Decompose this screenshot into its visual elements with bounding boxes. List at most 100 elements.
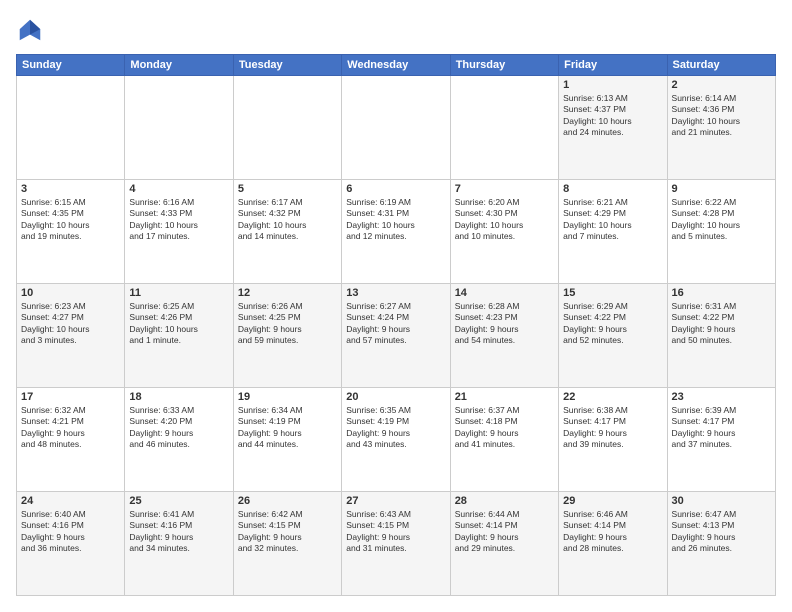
day-cell: 18Sunrise: 6:33 AM Sunset: 4:20 PM Dayli… xyxy=(125,388,233,492)
day-cell: 2 Sunrise: 6:14 AM Sunset: 4:36 PM Daylig… xyxy=(667,76,775,180)
calendar-body: 1 Sunrise: 6:13 AM Sunset: 4:37 PM Daylig… xyxy=(17,76,776,596)
week-row-1: 3 Sunrise: 6:15 AM Sunset: 4:35 PM Daylig… xyxy=(17,180,776,284)
day-header-tuesday: Tuesday xyxy=(233,55,341,76)
day-number: 27 xyxy=(346,495,445,507)
day-info: Sunrise: 6:37 AM Sunset: 4:18 PM Dayligh… xyxy=(455,405,554,451)
day-number: 8 xyxy=(563,183,662,195)
day-info: Sunrise: 6:21 AM Sunset: 4:29 PM Dayligh… xyxy=(563,197,662,243)
week-row-2: 10 Sunrise: 6:23 AM Sunset: 4:27 PM Dayli… xyxy=(17,284,776,388)
calendar: SundayMondayTuesdayWednesdayThursdayFrid… xyxy=(16,54,776,596)
day-number: 28 xyxy=(455,495,554,507)
day-number: 16 xyxy=(672,287,771,299)
day-info: Sunrise: 6:22 AM Sunset: 4:28 PM Dayligh… xyxy=(672,197,771,243)
day-cell: 23 Sunrise: 6:39 AM Sunset: 4:17 PM Dayli… xyxy=(667,388,775,492)
day-cell: 9 Sunrise: 6:22 AM Sunset: 4:28 PM Daylig… xyxy=(667,180,775,284)
day-cell: 17 Sunrise: 6:32 AM Sunset: 4:21 PM Dayli… xyxy=(17,388,125,492)
day-info: Sunrise: 6:42 AM Sunset: 4:15 PM Dayligh… xyxy=(238,509,337,555)
day-cell: 12 Sunrise: 6:26 AM Sunset: 4:25 PM Dayli… xyxy=(233,284,341,388)
day-number: 24 xyxy=(21,495,120,507)
day-number: 23 xyxy=(672,391,771,403)
day-number: 12 xyxy=(238,287,337,299)
day-number: 1 xyxy=(563,79,662,91)
day-number: 20 xyxy=(346,391,445,403)
week-row-3: 17 Sunrise: 6:32 AM Sunset: 4:21 PM Dayli… xyxy=(17,388,776,492)
day-cell: 27 Sunrise: 6:43 AM Sunset: 4:15 PM Dayli… xyxy=(342,492,450,596)
week-row-0: 1 Sunrise: 6:13 AM Sunset: 4:37 PM Daylig… xyxy=(17,76,776,180)
day-info: Sunrise: 6:44 AM Sunset: 4:14 PM Dayligh… xyxy=(455,509,554,555)
day-cell: 15Sunrise: 6:29 AM Sunset: 4:22 PM Dayli… xyxy=(559,284,667,388)
day-cell: 16Sunrise: 6:31 AM Sunset: 4:22 PM Dayli… xyxy=(667,284,775,388)
day-number: 7 xyxy=(455,183,554,195)
header xyxy=(16,16,776,44)
day-number: 26 xyxy=(238,495,337,507)
day-info: Sunrise: 6:20 AM Sunset: 4:30 PM Dayligh… xyxy=(455,197,554,243)
day-info: Sunrise: 6:32 AM Sunset: 4:21 PM Dayligh… xyxy=(21,405,120,451)
day-number: 3 xyxy=(21,183,120,195)
day-header-sunday: Sunday xyxy=(17,55,125,76)
day-info: Sunrise: 6:19 AM Sunset: 4:31 PM Dayligh… xyxy=(346,197,445,243)
day-number: 17 xyxy=(21,391,120,403)
day-cell: 6Sunrise: 6:19 AM Sunset: 4:31 PM Daylig… xyxy=(342,180,450,284)
day-cell: 1 Sunrise: 6:13 AM Sunset: 4:37 PM Daylig… xyxy=(559,76,667,180)
day-cell: 30Sunrise: 6:47 AM Sunset: 4:13 PM Dayli… xyxy=(667,492,775,596)
day-header-friday: Friday xyxy=(559,55,667,76)
page: SundayMondayTuesdayWednesdayThursdayFrid… xyxy=(0,0,792,612)
day-info: Sunrise: 6:28 AM Sunset: 4:23 PM Dayligh… xyxy=(455,301,554,347)
day-number: 4 xyxy=(129,183,228,195)
day-cell: 7 Sunrise: 6:20 AM Sunset: 4:30 PM Daylig… xyxy=(450,180,558,284)
logo-icon xyxy=(16,16,44,44)
day-cell: 29 Sunrise: 6:46 AM Sunset: 4:14 PM Dayli… xyxy=(559,492,667,596)
day-info: Sunrise: 6:43 AM Sunset: 4:15 PM Dayligh… xyxy=(346,509,445,555)
header-row: SundayMondayTuesdayWednesdayThursdayFrid… xyxy=(17,55,776,76)
day-info: Sunrise: 6:46 AM Sunset: 4:14 PM Dayligh… xyxy=(563,509,662,555)
day-number: 30 xyxy=(672,495,771,507)
day-header-saturday: Saturday xyxy=(667,55,775,76)
day-info: Sunrise: 6:15 AM Sunset: 4:35 PM Dayligh… xyxy=(21,197,120,243)
day-cell: 26 Sunrise: 6:42 AM Sunset: 4:15 PM Dayli… xyxy=(233,492,341,596)
day-cell xyxy=(233,76,341,180)
day-cell xyxy=(450,76,558,180)
day-number: 14 xyxy=(455,287,554,299)
day-number: 29 xyxy=(563,495,662,507)
day-number: 15 xyxy=(563,287,662,299)
week-row-4: 24 Sunrise: 6:40 AM Sunset: 4:16 PM Dayli… xyxy=(17,492,776,596)
day-cell: 19 Sunrise: 6:34 AM Sunset: 4:19 PM Dayli… xyxy=(233,388,341,492)
day-info: Sunrise: 6:34 AM Sunset: 4:19 PM Dayligh… xyxy=(238,405,337,451)
day-info: Sunrise: 6:14 AM Sunset: 4:36 PM Dayligh… xyxy=(672,93,771,139)
logo xyxy=(16,16,48,44)
day-cell: 10 Sunrise: 6:23 AM Sunset: 4:27 PM Dayli… xyxy=(17,284,125,388)
day-number: 25 xyxy=(129,495,228,507)
day-cell: 8 Sunrise: 6:21 AM Sunset: 4:29 PM Daylig… xyxy=(559,180,667,284)
day-cell: 25 Sunrise: 6:41 AM Sunset: 4:16 PM Dayli… xyxy=(125,492,233,596)
day-info: Sunrise: 6:16 AM Sunset: 4:33 PM Dayligh… xyxy=(129,197,228,243)
day-info: Sunrise: 6:41 AM Sunset: 4:16 PM Dayligh… xyxy=(129,509,228,555)
day-info: Sunrise: 6:40 AM Sunset: 4:16 PM Dayligh… xyxy=(21,509,120,555)
day-header-wednesday: Wednesday xyxy=(342,55,450,76)
day-cell: 5 Sunrise: 6:17 AM Sunset: 4:32 PM Daylig… xyxy=(233,180,341,284)
day-number: 19 xyxy=(238,391,337,403)
day-info: Sunrise: 6:39 AM Sunset: 4:17 PM Dayligh… xyxy=(672,405,771,451)
day-cell: 3 Sunrise: 6:15 AM Sunset: 4:35 PM Daylig… xyxy=(17,180,125,284)
day-cell: 14 Sunrise: 6:28 AM Sunset: 4:23 PM Dayli… xyxy=(450,284,558,388)
day-cell xyxy=(342,76,450,180)
day-info: Sunrise: 6:38 AM Sunset: 4:17 PM Dayligh… xyxy=(563,405,662,451)
day-header-thursday: Thursday xyxy=(450,55,558,76)
day-cell: 11Sunrise: 6:25 AM Sunset: 4:26 PM Dayli… xyxy=(125,284,233,388)
day-header-monday: Monday xyxy=(125,55,233,76)
day-number: 9 xyxy=(672,183,771,195)
day-number: 2 xyxy=(672,79,771,91)
day-cell: 24 Sunrise: 6:40 AM Sunset: 4:16 PM Dayli… xyxy=(17,492,125,596)
day-number: 18 xyxy=(129,391,228,403)
day-cell: 22Sunrise: 6:38 AM Sunset: 4:17 PM Dayli… xyxy=(559,388,667,492)
day-info: Sunrise: 6:26 AM Sunset: 4:25 PM Dayligh… xyxy=(238,301,337,347)
day-cell xyxy=(125,76,233,180)
day-cell: 28 Sunrise: 6:44 AM Sunset: 4:14 PM Dayli… xyxy=(450,492,558,596)
day-info: Sunrise: 6:17 AM Sunset: 4:32 PM Dayligh… xyxy=(238,197,337,243)
day-cell xyxy=(17,76,125,180)
day-info: Sunrise: 6:13 AM Sunset: 4:37 PM Dayligh… xyxy=(563,93,662,139)
day-number: 5 xyxy=(238,183,337,195)
day-number: 21 xyxy=(455,391,554,403)
day-number: 10 xyxy=(21,287,120,299)
day-info: Sunrise: 6:25 AM Sunset: 4:26 PM Dayligh… xyxy=(129,301,228,347)
day-info: Sunrise: 6:23 AM Sunset: 4:27 PM Dayligh… xyxy=(21,301,120,347)
